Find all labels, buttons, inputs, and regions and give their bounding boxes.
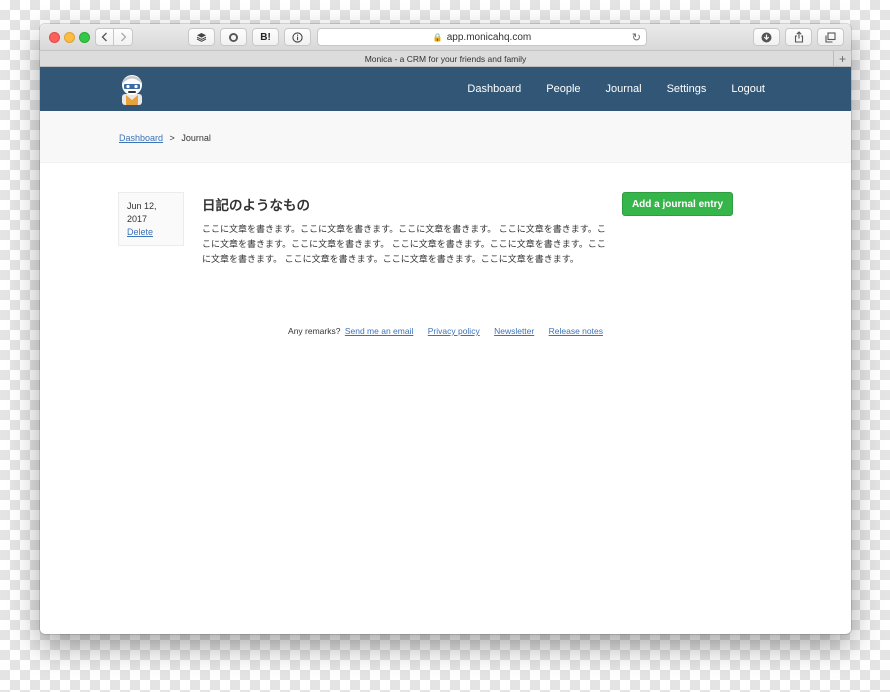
tab-title[interactable]: Monica - a CRM for your friends and fami… [365,54,527,64]
forward-button[interactable] [114,28,133,46]
nav-logout[interactable]: Logout [731,83,765,95]
chevron-left-icon [101,32,107,42]
history-nav [95,28,133,46]
share-button[interactable] [785,28,812,46]
zoom-window-button[interactable] [79,32,90,43]
extension-layers-button[interactable] [188,28,215,46]
breadcrumb-band: Dashboard > Journal [40,111,851,163]
journal-entry: 日記のようなもの ここに文章を書きます。ここに文章を書きます。ここに文章を書きま… [202,194,606,267]
entry-title: 日記のようなもの [202,198,310,213]
footer-release-notes-link[interactable]: Release notes [549,326,603,336]
monica-logo-icon[interactable] [119,73,145,105]
download-icon [761,32,772,42]
entry-date-line2: 2017 [127,214,148,224]
minimize-window-button[interactable] [64,32,75,43]
lock-icon: 🔒 [432,32,443,42]
new-tab-button[interactable]: + [833,51,851,66]
delete-entry-link[interactable]: Delete [127,226,183,239]
info-icon [292,31,303,43]
address-bar[interactable]: 🔒 app.monicahq.com ↻ [317,28,647,46]
share-icon [794,31,803,43]
footer-email-link[interactable]: Send me an email [345,326,414,336]
nav-settings[interactable]: Settings [667,83,707,95]
downloads-button[interactable] [753,28,780,46]
main-nav: Dashboard People Journal Settings Logout [442,67,765,111]
entry-date-box: Jun 12, 2017 Delete [118,192,184,246]
reload-icon[interactable]: ↻ [632,31,641,44]
nav-dashboard[interactable]: Dashboard [467,83,521,95]
layers-icon [196,33,207,42]
entry-body: ここに文章を書きます。ここに文章を書きます。ここに文章を書きます。 ここに文章を… [202,224,606,264]
nav-people[interactable]: People [546,83,580,95]
entry-date-line1: Jun 12, [127,201,157,211]
nav-journal[interactable]: Journal [606,83,642,95]
hatena-bookmark-button[interactable]: B! [252,28,279,46]
browser-window: B! 🔒 app.monicahq.com ↻ Monica - a CRM f… [40,24,851,634]
chevron-right-icon [120,32,126,42]
browser-toolbar: B! 🔒 app.monicahq.com ↻ [40,24,851,51]
tabs-icon [825,31,836,43]
back-button[interactable] [95,28,114,46]
circle-icon [229,32,238,42]
footer-privacy-link[interactable]: Privacy policy [428,326,480,336]
breadcrumb-dashboard-link[interactable]: Dashboard [119,133,163,143]
app-header: Dashboard People Journal Settings Logout [40,67,851,111]
footer-newsletter-link[interactable]: Newsletter [494,326,534,336]
page-footer: Any remarks? Send me an email Privacy po… [40,326,851,336]
url-text: app.monicahq.com [446,31,532,43]
breadcrumb-separator: > [169,133,175,143]
breadcrumb: Dashboard > Journal [119,133,211,143]
breadcrumb-current: Journal [181,133,211,143]
close-window-button[interactable] [49,32,60,43]
add-journal-entry-button[interactable]: Add a journal entry [622,192,733,216]
tab-bar: Monica - a CRM for your friends and fami… [40,51,851,67]
footer-remarks: Any remarks? [288,326,341,336]
extension-info-button[interactable] [284,28,311,46]
extension-circle-button[interactable] [220,28,247,46]
tabs-overview-button[interactable] [817,28,844,46]
